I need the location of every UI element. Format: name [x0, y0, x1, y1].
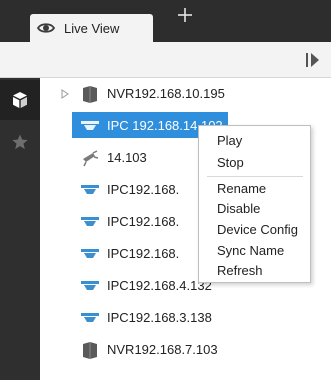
dome-camera-icon	[81, 249, 99, 258]
tree-node[interactable]: IPC192.168.3.138	[40, 302, 331, 334]
toolbar	[0, 42, 331, 78]
menu-item-label: Disable	[217, 201, 261, 216]
menu-item-label: Device Config	[217, 222, 298, 237]
menu-item-label: Rename	[217, 181, 267, 196]
menu-item-device-config[interactable]: Device Config	[199, 219, 310, 241]
tree-node-label: IPC192.168.	[107, 182, 180, 197]
tree-node[interactable]: NVR192.168.7.103	[40, 334, 331, 366]
favorites-button[interactable]	[0, 122, 40, 162]
side-rail	[0, 78, 40, 380]
tree-node-label: IPC192.168.4.132	[107, 278, 212, 293]
menu-item-stop[interactable]: Stop	[199, 152, 310, 174]
tab-label: Live View	[64, 21, 120, 36]
dome-camera-icon	[81, 313, 99, 322]
expand-arrow-icon[interactable]	[61, 89, 69, 99]
tree-node-label: IPC192.168.3.138	[107, 310, 212, 325]
menu-item-disable[interactable]: Disable	[199, 198, 310, 220]
menu-item-label: Refresh	[217, 263, 263, 278]
dome-camera-icon	[81, 217, 99, 226]
tree-node-label: NVR192.168.7.103	[107, 342, 218, 357]
device-cube-icon	[13, 92, 27, 108]
menu-item-sync-name[interactable]: Sync Name	[199, 240, 310, 262]
menu-item-rename[interactable]: Rename	[199, 178, 310, 200]
offline-camera-icon	[83, 150, 99, 167]
menu-item-refresh[interactable]: Refresh	[199, 260, 310, 282]
menu-item-play[interactable]: Play	[199, 130, 310, 152]
menu-item-label: Sync Name	[217, 243, 285, 258]
dome-camera-icon	[81, 121, 99, 130]
dome-camera-icon	[81, 185, 99, 194]
eye-icon	[37, 23, 55, 33]
tab-bar: Live View	[0, 0, 331, 42]
star-icon	[12, 134, 28, 149]
tree-node-label: NVR192.168.10.195	[107, 86, 225, 101]
tab-live-view[interactable]: Live View	[30, 14, 153, 42]
tree-node-label: IPC192.168.	[107, 246, 180, 261]
menu-item-label: Stop	[217, 155, 244, 170]
tree-node-label: 14.103	[107, 150, 147, 165]
client-window: Live View NVR192.168.10.195 IPC 192.168.…	[0, 0, 331, 380]
menu-item-label: Play	[217, 133, 243, 148]
context-menu: Play Stop Rename Disable Device Config S…	[198, 125, 311, 283]
collapse-panel-icon[interactable]	[303, 51, 321, 69]
tree-node-label: IPC192.168.	[107, 214, 180, 229]
device-list-button[interactable]	[0, 80, 40, 120]
tree-node[interactable]: NVR192.168.10.195	[40, 78, 331, 110]
nvr-icon	[83, 342, 97, 359]
nvr-icon	[83, 86, 97, 103]
menu-separator	[207, 176, 303, 177]
dome-camera-icon	[81, 281, 99, 290]
plus-icon[interactable]	[176, 6, 194, 24]
